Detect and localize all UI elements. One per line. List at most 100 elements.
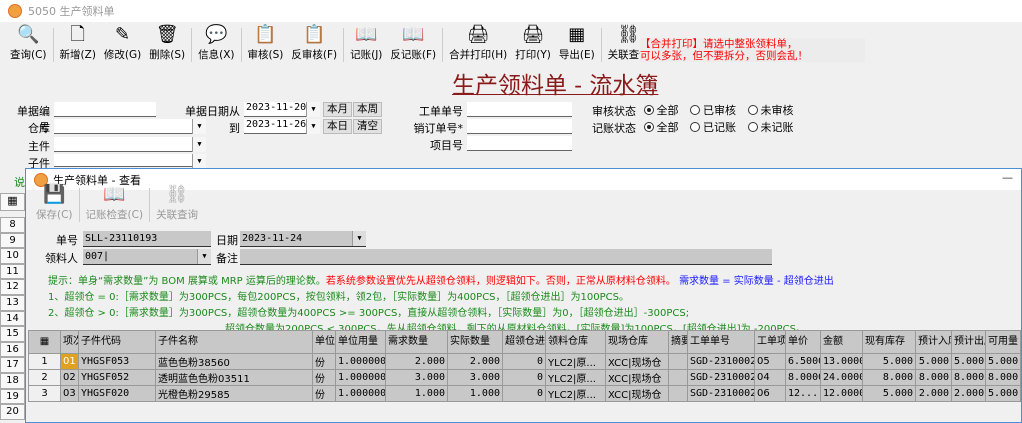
grid-cell[interactable]: 06 xyxy=(754,385,786,402)
doc-no-input[interactable] xyxy=(54,102,156,117)
column-header[interactable]: 单位用量 xyxy=(335,330,386,354)
post-radio-posted[interactable]: 已记账 xyxy=(690,119,736,135)
edit-pencil-button[interactable]: ✎ 修改(G) xyxy=(100,23,145,66)
grid-cell[interactable]: 12.0000 xyxy=(820,385,863,402)
trash-button[interactable]: 🗑 删除(S) xyxy=(145,23,189,66)
grid-cell[interactable]: XCC|现场仓 xyxy=(605,385,669,402)
chevron-down-icon[interactable]: ▼ xyxy=(192,119,206,134)
grid-cell[interactable] xyxy=(668,353,688,370)
grid-cell[interactable]: 8.000 xyxy=(862,369,916,386)
date-from-input[interactable]: 2023-11-20 ▼ xyxy=(244,102,320,117)
grid-cell[interactable]: 8.000 xyxy=(985,369,1021,386)
grid-cell[interactable]: 1.000 xyxy=(385,385,448,402)
column-header[interactable]: 子件代码 xyxy=(78,330,156,354)
grid-cell[interactable]: XCC|现场仓 xyxy=(605,369,669,386)
ledger-book-button[interactable]: 📖 记账(J) xyxy=(346,23,386,66)
work-order-input[interactable] xyxy=(467,102,572,117)
grid-cell[interactable]: 12.... xyxy=(785,385,821,402)
column-header[interactable]: 单价 xyxy=(785,330,821,354)
new-document-button[interactable]: 🗋 新增(Z) xyxy=(56,23,100,66)
column-header[interactable]: 需求数量 xyxy=(385,330,448,354)
sales-order-input[interactable] xyxy=(467,119,572,134)
chevron-down-icon[interactable]: ▼ xyxy=(192,137,206,152)
radio-icon[interactable] xyxy=(747,105,758,115)
column-header[interactable]: 工单项次 xyxy=(754,330,786,354)
clear-button[interactable]: 清空 xyxy=(353,119,382,134)
save-disk-button[interactable]: 💾 保存(C) xyxy=(32,183,77,226)
column-header[interactable]: 工单单号 xyxy=(687,330,755,354)
printer-button[interactable]: 🖨 打印(Y) xyxy=(511,23,555,66)
grid-cell[interactable]: 份 xyxy=(312,385,336,402)
today-button[interactable]: 本日 xyxy=(323,119,352,134)
grid-cell[interactable]: 05 xyxy=(754,353,786,370)
grid-cell[interactable]: 8.000 xyxy=(915,369,952,386)
warehouse-select[interactable]: ▼ xyxy=(54,119,206,134)
grid-cell[interactable]: 3.000 xyxy=(447,369,503,386)
chevron-down-icon[interactable]: ▼ xyxy=(352,231,366,246)
grid-cell[interactable]: 透明蓝色色粉03511 xyxy=(155,369,313,386)
grid-cell[interactable]: 2 xyxy=(28,369,61,386)
grid-settings-icon[interactable]: ▦ xyxy=(0,193,25,211)
unapprove-clipboard-button[interactable]: 📋 反审核(F) xyxy=(287,23,341,66)
post-radio-unposted[interactable]: 未记账 xyxy=(747,119,794,135)
grid-cell[interactable]: 5.000 xyxy=(985,353,1021,370)
child-doc-no-field[interactable]: SLL-23110193 xyxy=(83,231,211,247)
audit-radio-approved[interactable]: 已审核 xyxy=(690,102,736,118)
picker-select[interactable]: 007| ▼ xyxy=(83,249,211,265)
grid-cell[interactable]: 2.000 xyxy=(447,353,503,370)
detail-grid[interactable]: ▦项次子件代码子件名称单位单位用量需求数量实际数量超领仓进出领料仓库现场仓库摘要… xyxy=(28,330,1021,402)
grid-cell[interactable]: 2.000 xyxy=(385,353,448,370)
date-to-input[interactable]: 2023-11-26 ▼ xyxy=(244,119,320,134)
grid-cell[interactable]: 1 xyxy=(28,353,61,370)
magnifier-button[interactable]: 🔍 查询(C) xyxy=(6,23,51,66)
column-header[interactable]: 预计入库 xyxy=(915,330,952,354)
chain-link-button[interactable]: ⛓ 关联查询 xyxy=(152,183,202,226)
grid-cell[interactable]: 5.000 xyxy=(862,385,916,402)
grid-cell[interactable]: 5.000 xyxy=(862,353,916,370)
grid-cell[interactable]: 3 xyxy=(28,385,61,402)
radio-icon[interactable] xyxy=(643,105,654,115)
grid-cell[interactable]: 份 xyxy=(312,369,336,386)
grid-cell[interactable]: 0 xyxy=(502,353,546,370)
grid-cell[interactable]: 1.000000 xyxy=(335,369,386,386)
grid-cell[interactable]: 6.5000 xyxy=(785,353,821,370)
grid-cell[interactable]: 2.000 xyxy=(915,385,952,402)
grid-cell[interactable]: SGD-23100021 xyxy=(687,385,755,402)
this-month-button[interactable]: 本月 xyxy=(323,102,352,117)
grid-cell[interactable]: 01 xyxy=(60,353,79,370)
grid-cell[interactable]: YLC2|原... xyxy=(545,385,606,402)
grid-cell[interactable]: 04 xyxy=(754,369,786,386)
chevron-down-icon[interactable]: ▼ xyxy=(306,119,320,134)
radio-icon[interactable] xyxy=(747,122,758,132)
grid-cell[interactable]: 0 xyxy=(502,385,546,402)
grid-cell[interactable]: 0 xyxy=(502,369,546,386)
grid-cell[interactable]: SGD-23100021 xyxy=(687,353,755,370)
approve-clipboard-button[interactable]: 📋 审核(S) xyxy=(244,23,288,66)
remark-field[interactable] xyxy=(240,249,772,265)
grid-settings-icon[interactable]: ▦ xyxy=(28,330,61,354)
audit-radio-unapproved[interactable]: 未审核 xyxy=(747,102,794,118)
grid-cell[interactable]: 2.000 xyxy=(951,385,986,402)
grid-cell[interactable]: XCC|现场仓 xyxy=(605,353,669,370)
main-part-select[interactable]: ▼ xyxy=(54,137,206,152)
column-header[interactable]: 现场仓库 xyxy=(605,330,669,354)
message-button[interactable]: 💬 信息(X) xyxy=(194,23,238,66)
column-header[interactable]: 领料仓库 xyxy=(545,330,606,354)
table-row[interactable]: 1 01 YHGSF053 蓝色色粉38560 份 1.000000 2.000 2.000 0… xyxy=(28,353,1021,370)
audit-radio-all[interactable]: 全部 xyxy=(643,102,679,118)
minimize-icon[interactable]: — xyxy=(1002,171,1013,184)
column-header[interactable]: 金额 xyxy=(820,330,863,354)
grid-cell[interactable]: YHGSF020 xyxy=(78,385,156,402)
project-input[interactable] xyxy=(467,136,572,151)
column-header[interactable]: 现有库存 xyxy=(862,330,916,354)
table-row[interactable]: 2 02 YHGSF052 透明蓝色色粉03511 份 1.000000 3.000 3.00… xyxy=(28,369,1021,386)
grid-cell[interactable] xyxy=(668,385,688,402)
post-radio-all[interactable]: 全部 xyxy=(643,119,679,135)
sub-part-select[interactable]: ▼ xyxy=(54,154,206,169)
grid-cell[interactable]: 8.0000 xyxy=(785,369,821,386)
grid-cell[interactable]: YHGSF052 xyxy=(78,369,156,386)
grid-cell[interactable]: 份 xyxy=(312,353,336,370)
column-header[interactable]: 子件名称 xyxy=(155,330,313,354)
grid-cell[interactable]: 02 xyxy=(60,369,79,386)
grid-cell[interactable]: 1.000000 xyxy=(335,385,386,402)
